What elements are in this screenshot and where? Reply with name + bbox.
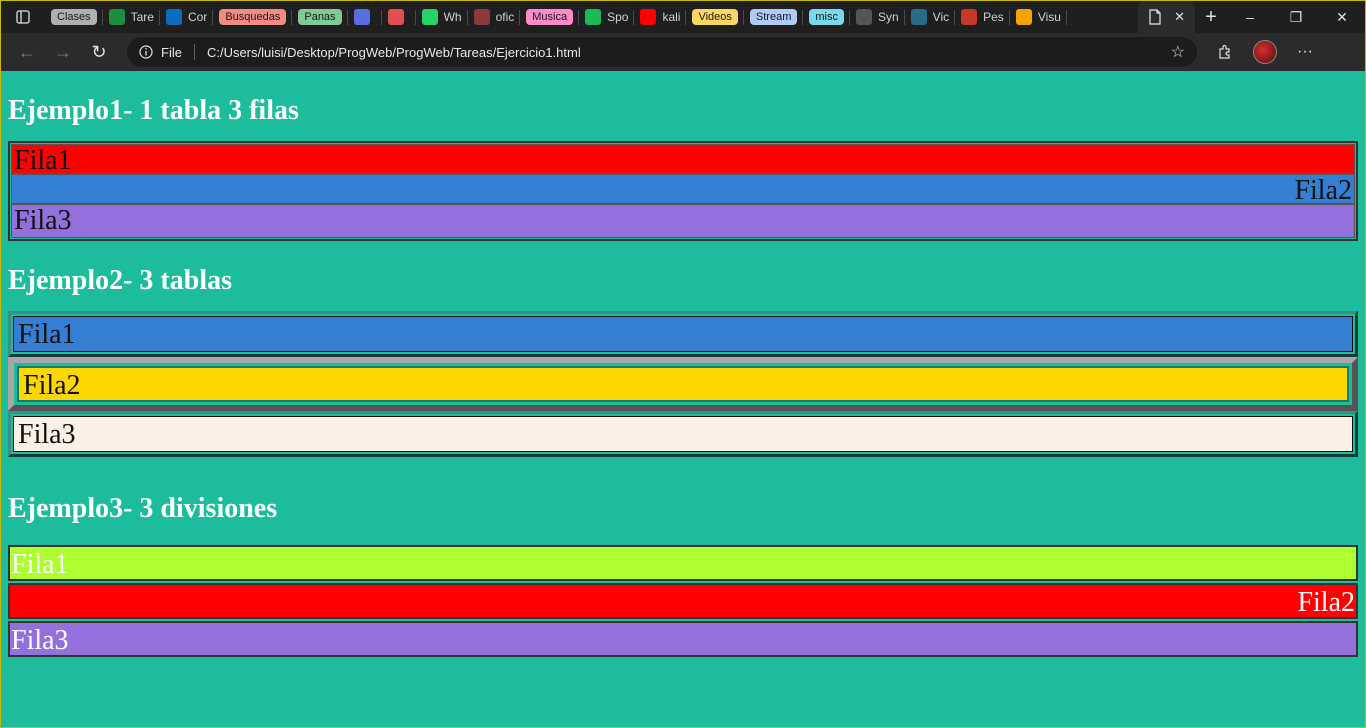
- table-cell: Fila2: [17, 366, 1349, 402]
- spotify-icon: [585, 9, 602, 25]
- heading-ejemplo2: Ejemplo2- 3 tablas: [8, 265, 232, 296]
- tab[interactable]: [382, 3, 416, 31]
- favorite-add-icon[interactable]: ☆: [1171, 42, 1185, 62]
- whatsapp-icon: [421, 9, 438, 25]
- tab-strip: Clases Tare Cor Busquedas Panas Wh ofic Musica S…: [1, 1, 1365, 33]
- more-menu-icon[interactable]: ···: [1285, 37, 1325, 67]
- close-tab-icon[interactable]: ✕: [1174, 9, 1185, 25]
- table-row: Fila1: [11, 144, 1355, 174]
- tab-group-misc[interactable]: misc: [803, 3, 850, 31]
- tab-list: Clases Tare Cor Busquedas Panas Wh ofic Musica S…: [45, 1, 1138, 33]
- table-one: Fila1: [8, 311, 1358, 357]
- outlook-icon: [165, 9, 182, 25]
- tab-group-busquedas[interactable]: Busquedas: [213, 3, 293, 31]
- tab-group-label: Stream: [749, 9, 798, 25]
- tab-title: Cor: [187, 10, 208, 24]
- record-icon: [387, 9, 404, 25]
- classroom-icon: [108, 9, 125, 25]
- table-ejemplo1: Fila1 Fila2 Fila3: [8, 141, 1358, 241]
- tab-group-panas[interactable]: Panas: [292, 3, 348, 31]
- tab-group-label: Busquedas: [219, 9, 287, 25]
- chart-icon: [910, 9, 927, 25]
- division-row: Fila2: [8, 583, 1358, 619]
- page-content: Ejemplo1- 1 tabla 3 filas Fila1 Fila2 Fi…: [1, 71, 1365, 727]
- stack-icon: [1015, 9, 1032, 25]
- close-window-button[interactable]: ✕: [1319, 1, 1365, 33]
- file-icon: [1149, 9, 1161, 25]
- youtube-icon: [640, 9, 657, 25]
- tab-group-label: misc: [809, 9, 844, 25]
- extensions-icon[interactable]: [1205, 37, 1245, 67]
- info-icon[interactable]: [139, 45, 153, 59]
- new-tab-button[interactable]: +: [1195, 1, 1227, 33]
- tab-title: Spo: [607, 10, 629, 24]
- tab[interactable]: Cor: [160, 3, 214, 31]
- tab-group-label: Musica: [526, 9, 574, 25]
- table-three: Fila3: [8, 411, 1358, 457]
- file-icon: [855, 9, 872, 25]
- toolbar-actions: ···: [1205, 37, 1325, 67]
- minimize-button[interactable]: –: [1227, 1, 1273, 33]
- table-cell: Fila3: [13, 416, 1353, 452]
- profile-avatar[interactable]: [1245, 37, 1285, 67]
- tab[interactable]: Visu: [1010, 3, 1068, 31]
- table-cell: Fila1: [13, 316, 1353, 352]
- heading-ejemplo1: Ejemplo1- 1 tabla 3 filas: [8, 95, 299, 126]
- tab-group-musica[interactable]: Musica: [520, 3, 579, 31]
- tab-title: Pes: [983, 10, 1004, 24]
- tab[interactable]: ofic: [468, 3, 521, 31]
- heading-ejemplo3: Ejemplo3- 3 divisiones: [8, 493, 278, 524]
- tab-title: Syn: [877, 10, 899, 24]
- tab-title: kali: [662, 10, 681, 24]
- forward-button[interactable]: →: [45, 37, 81, 67]
- back-button[interactable]: ←: [9, 37, 45, 67]
- tab-group-label: Clases: [51, 9, 97, 25]
- window-controls: – ❐ ✕: [1227, 1, 1365, 33]
- browser-toolbar: ← → ↻ File C:/Users/luisi/Desktop/ProgWe…: [1, 33, 1365, 71]
- tab-title: ofic: [495, 10, 515, 24]
- tables-ejemplo2: Fila1 Fila2 Fila3: [8, 311, 1358, 457]
- address-divider: [193, 44, 195, 60]
- tab[interactable]: Syn: [850, 3, 905, 31]
- tab[interactable]: Vic: [905, 3, 956, 31]
- flag-icon: [961, 9, 978, 25]
- tab[interactable]: Wh: [416, 3, 468, 31]
- table-row: Fila2: [11, 174, 1355, 204]
- browser-window: Clases Tare Cor Busquedas Panas Wh ofic Musica S…: [0, 0, 1366, 728]
- tab-group-label: Videos: [692, 9, 738, 25]
- division-row: Fila1: [8, 545, 1358, 581]
- tab-title: Wh: [443, 10, 462, 24]
- address-bar[interactable]: File C:/Users/luisi/Desktop/ProgWeb/Prog…: [127, 37, 1197, 67]
- tab-title: Visu: [1037, 10, 1061, 24]
- tab[interactable]: Tare: [103, 3, 161, 31]
- tab-group-stream[interactable]: Stream: [744, 3, 804, 31]
- url-text[interactable]: C:/Users/luisi/Desktop/ProgWeb/ProgWeb/T…: [207, 45, 581, 60]
- table-row: Fila3: [11, 204, 1355, 238]
- reload-button[interactable]: ↻: [81, 37, 117, 67]
- tab-group-videos[interactable]: Videos: [686, 3, 745, 31]
- tab-group-label: Panas: [298, 9, 342, 25]
- tab[interactable]: Spo: [579, 3, 635, 31]
- tab-actions-icon: [16, 10, 30, 24]
- restore-button[interactable]: ❐: [1273, 1, 1319, 33]
- tab[interactable]: kali: [634, 3, 687, 31]
- tab[interactable]: Pes: [955, 3, 1010, 31]
- division-row: Fila3: [8, 621, 1358, 657]
- divisions-ejemplo3: Fila1 Fila2 Fila3: [8, 545, 1358, 657]
- tab-actions-button[interactable]: [1, 1, 45, 33]
- tab[interactable]: [348, 3, 382, 31]
- tab-active[interactable]: ✕: [1138, 1, 1195, 33]
- tab-title: Vic: [932, 10, 950, 24]
- pdf-icon: [473, 9, 490, 25]
- scheme-label: File: [161, 44, 182, 60]
- tab-group-clases[interactable]: Clases: [45, 3, 103, 31]
- avatar: [1253, 40, 1277, 64]
- badge-icon: [353, 9, 370, 25]
- table-two: Fila2: [8, 357, 1358, 411]
- tab-title: Tare: [130, 10, 154, 24]
